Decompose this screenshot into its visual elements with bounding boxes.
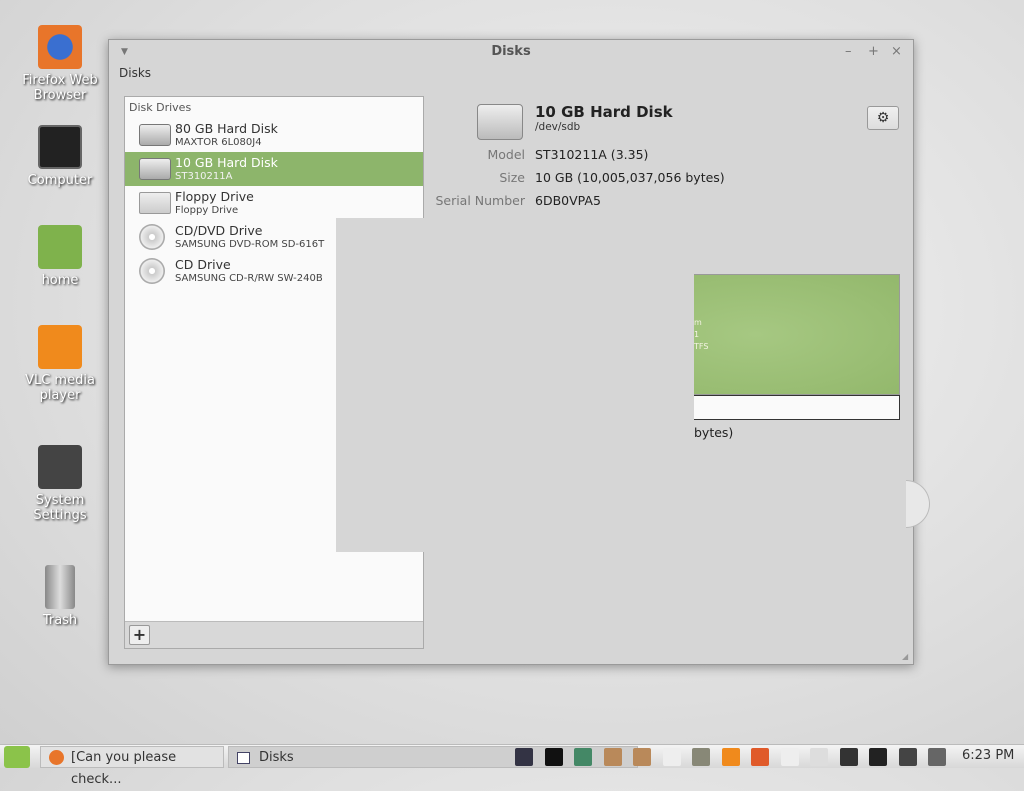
drive-model: Floppy Drive	[175, 205, 239, 216]
drive-settings-button[interactable]: ⚙	[867, 106, 899, 130]
serial-value: 6DB0VPA5	[535, 193, 601, 208]
calculator-icon[interactable]	[810, 748, 828, 766]
desktop-icon-trash[interactable]: Trash	[10, 565, 110, 628]
maximize-button[interactable]: +	[868, 44, 879, 59]
task-label: Disks	[259, 750, 294, 765]
disk-list-item[interactable]: 10 GB Hard Disk ST310211A	[125, 152, 423, 186]
drive-name: 10 GB Hard Disk	[175, 155, 278, 170]
drive-name: CD/DVD Drive	[175, 223, 263, 238]
system-monitor-icon[interactable]	[574, 748, 592, 766]
volume-size-fragment: bytes)	[694, 425, 734, 440]
drive-model: ST310211A	[175, 171, 233, 182]
desktop-icon-home[interactable]: home	[10, 225, 110, 288]
vlc-icon[interactable]	[721, 748, 740, 766]
add-button[interactable]: +	[129, 625, 150, 645]
desktop-icon-vlc[interactable]: VLC media player	[10, 325, 110, 403]
serial-label: Serial Number	[435, 193, 525, 208]
list-header: Disk Drives	[129, 101, 192, 114]
task-label: [Can you please check...	[71, 750, 177, 787]
update-manager-icon[interactable]	[633, 748, 651, 766]
terminal-icon[interactable]	[544, 748, 563, 766]
taskbar-task-firefox[interactable]: [Can you please check...	[40, 746, 224, 787]
icon-label: Computer	[27, 173, 93, 188]
device-path: /dev/sdb	[535, 121, 581, 133]
model-label: Model	[487, 147, 525, 162]
partition-segment[interactable]: m 1 TFS	[694, 274, 900, 395]
archive-manager-icon[interactable]	[603, 748, 622, 766]
icon-label: home	[41, 273, 79, 288]
hard-disk-icon	[139, 124, 171, 146]
network-manager-icon[interactable]	[692, 748, 710, 766]
mint-menu-icon[interactable]	[4, 746, 30, 768]
screenshot-icon[interactable]	[515, 748, 533, 766]
settings-icon[interactable]	[839, 748, 858, 766]
desktop-icon-settings[interactable]: System Settings	[10, 445, 110, 523]
size-value: 10 GB (10,005,037,056 bytes)	[535, 170, 725, 185]
drive-name: CD Drive	[175, 257, 231, 272]
drive-name: 80 GB Hard Disk	[175, 121, 278, 136]
partition-usage-bar	[694, 395, 900, 420]
vlc-icon	[38, 325, 82, 369]
size-label: Size	[499, 170, 525, 185]
text-editor-icon[interactable]	[780, 748, 799, 766]
media-player-icon[interactable]	[751, 748, 769, 766]
shield-icon[interactable]	[662, 748, 681, 766]
window-icon	[237, 752, 250, 764]
drive-model: SAMSUNG DVD-ROM SD-616T	[175, 239, 325, 250]
model-value: ST310211A (3.35)	[535, 147, 649, 162]
partition-text: m	[694, 318, 702, 327]
hard-disk-icon	[139, 158, 171, 180]
trash-icon	[45, 565, 75, 609]
icon-label: Trash	[42, 613, 78, 628]
drive-model: SAMSUNG CD-R/RW SW-240B	[175, 273, 323, 284]
disk-list-item[interactable]: Floppy Drive Floppy Drive	[125, 186, 423, 220]
icon-label: System Settings	[33, 493, 87, 523]
drive-model: MAXTOR 6L080J4	[175, 137, 262, 148]
firefox-icon	[38, 25, 82, 69]
icon-label: VLC media player	[25, 373, 95, 403]
app-menu[interactable]: Disks	[119, 66, 151, 80]
clock[interactable]: 6:23 PM	[962, 745, 1014, 767]
drive-name: Floppy Drive	[175, 189, 254, 204]
taskbar: [Can you please check... Disks 6:23 PM	[0, 744, 1024, 787]
webcam-icon[interactable]	[869, 748, 887, 766]
home-folder-icon	[38, 225, 82, 269]
resize-grip[interactable]: ◢	[902, 652, 908, 661]
firefox-icon	[49, 750, 64, 765]
partition-text: TFS	[694, 342, 709, 351]
computer-icon	[38, 125, 82, 169]
partition-text: 1	[694, 330, 700, 339]
network-icon[interactable]	[898, 748, 917, 766]
window-title: Disks	[491, 44, 531, 59]
volume-icon[interactable]	[928, 748, 946, 766]
floppy-drive-icon	[139, 192, 171, 214]
desktop-icon-firefox[interactable]: Firefox Web Browser	[10, 25, 110, 103]
optical-disc-icon	[139, 224, 165, 250]
hard-disk-icon	[477, 104, 523, 140]
close-button[interactable]: ×	[891, 44, 902, 59]
desktop-icon-computer[interactable]: Computer	[10, 125, 110, 188]
optical-disc-icon	[139, 258, 165, 284]
disk-title: 10 GB Hard Disk	[535, 103, 673, 121]
settings-icon	[38, 445, 82, 489]
desktop-decoration	[906, 480, 930, 528]
list-toolbar: +	[125, 621, 423, 648]
icon-label: Firefox Web Browser	[22, 73, 98, 103]
disk-list-item[interactable]: 80 GB Hard Disk MAXTOR 6L080J4	[125, 118, 423, 152]
minimize-button[interactable]: –	[845, 44, 852, 59]
partition-label: m 1 TFS	[694, 317, 708, 353]
blank-overlay	[336, 218, 693, 552]
gears-icon: ⚙	[876, 110, 890, 126]
